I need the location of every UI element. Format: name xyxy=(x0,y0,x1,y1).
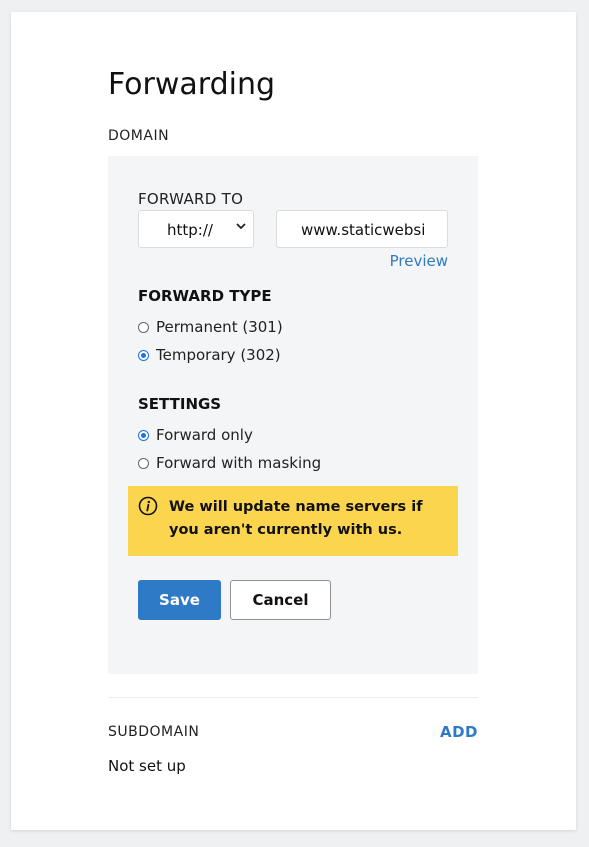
protocol-select-value: http:// xyxy=(167,221,213,239)
preview-link[interactable]: Preview xyxy=(390,252,448,270)
info-icon xyxy=(138,496,158,516)
forward-url-input[interactable]: www.staticwebsi xyxy=(276,210,448,248)
radio-forward-with-masking[interactable]: Forward with masking xyxy=(138,454,321,472)
radio-forward-only[interactable]: Forward only xyxy=(138,426,253,444)
radio-label: Forward only xyxy=(156,426,253,444)
protocol-select[interactable]: http:// xyxy=(138,210,254,248)
settings-heading: SETTINGS xyxy=(138,395,222,413)
forwarding-card: Forwarding DOMAIN FORWARD TO http:// www… xyxy=(11,12,576,830)
name-server-alert: We will update name servers if you aren'… xyxy=(128,486,458,556)
radio-temporary-302[interactable]: Temporary (302) xyxy=(138,346,281,364)
add-subdomain-link[interactable]: ADD xyxy=(440,723,478,741)
radio-button-checked[interactable] xyxy=(138,349,149,361)
forward-type-heading: FORWARD TYPE xyxy=(138,287,272,305)
radio-label: Forward with masking xyxy=(156,454,322,472)
alert-text: We will update name servers if you aren'… xyxy=(169,499,423,538)
radio-permanent-301[interactable]: Permanent (301) xyxy=(138,318,283,336)
forward-to-label: FORWARD TO xyxy=(138,190,244,208)
radio-button-checked[interactable] xyxy=(138,429,149,441)
subdomain-section-label: SUBDOMAIN xyxy=(108,724,200,740)
page-title: Forwarding xyxy=(108,67,276,102)
domain-forwarding-panel: FORWARD TO http:// www.staticwebsi Previ… xyxy=(108,156,478,674)
subdomain-status: Not set up xyxy=(108,757,186,775)
section-divider xyxy=(108,697,478,698)
save-button[interactable]: Save xyxy=(138,580,221,620)
forward-url-value: www.staticwebsi xyxy=(301,221,426,239)
radio-label: Permanent (301) xyxy=(156,318,283,336)
radio-label: Temporary (302) xyxy=(156,346,281,364)
domain-section-label: DOMAIN xyxy=(108,128,170,144)
radio-button[interactable] xyxy=(138,321,149,333)
chevron-down-icon xyxy=(236,223,246,230)
cancel-button[interactable]: Cancel xyxy=(230,580,331,620)
radio-button[interactable] xyxy=(138,457,149,469)
